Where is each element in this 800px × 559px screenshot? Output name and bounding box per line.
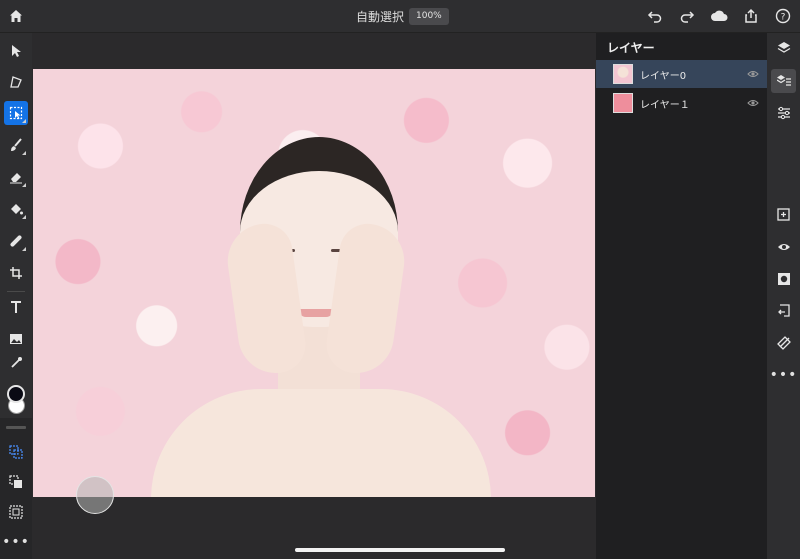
- photo-shoulders: [151, 389, 491, 497]
- adjustments-icon[interactable]: [771, 101, 796, 125]
- layer-row[interactable]: レイヤー１: [596, 89, 767, 117]
- layer-thumbnail: [613, 64, 633, 84]
- import-icon[interactable]: [771, 299, 796, 323]
- eraser-icon[interactable]: [4, 165, 28, 189]
- layer-properties-icon[interactable]: [771, 69, 796, 93]
- eyedropper-icon[interactable]: [4, 351, 28, 375]
- image-icon[interactable]: [4, 327, 28, 351]
- help-icon[interactable]: ?: [773, 6, 793, 26]
- selection-intersect-icon[interactable]: [4, 500, 28, 524]
- undo-icon[interactable]: [645, 6, 665, 26]
- left-toolbar: •••: [0, 33, 32, 559]
- quick-select-icon[interactable]: [4, 101, 28, 125]
- svg-text:?: ?: [781, 13, 786, 23]
- eye-icon[interactable]: [747, 68, 759, 80]
- top-bar: 自動選択 100% ?: [0, 0, 800, 33]
- clear-icon[interactable]: [771, 331, 796, 355]
- layer-name: レイヤー0: [640, 70, 687, 82]
- canvas-area[interactable]: [32, 33, 596, 559]
- selection-mode-tools: •••: [0, 418, 32, 559]
- fill-icon[interactable]: [4, 197, 28, 221]
- right-toolbar: •••: [767, 33, 800, 559]
- home-indicator[interactable]: [295, 548, 505, 552]
- home-icon[interactable]: [6, 6, 26, 26]
- selection-add-icon[interactable]: [4, 440, 28, 464]
- lasso-icon[interactable]: [4, 70, 28, 94]
- layers-panel: レイヤー レイヤー0 レイヤー１: [596, 33, 767, 559]
- layers-icon[interactable]: [771, 36, 796, 60]
- selection-subtract-icon[interactable]: [4, 470, 28, 494]
- layer-name: レイヤー１: [640, 99, 690, 111]
- share-icon[interactable]: [741, 6, 761, 26]
- document-canvas[interactable]: [33, 69, 595, 497]
- eye-icon[interactable]: [747, 97, 759, 109]
- mask-icon[interactable]: [771, 267, 796, 291]
- cloud-icon[interactable]: [709, 6, 729, 26]
- touch-shortcut-button[interactable]: [76, 476, 114, 514]
- more-icon[interactable]: •••: [770, 363, 797, 387]
- add-layer-icon[interactable]: [771, 203, 796, 227]
- zoom-level[interactable]: 100%: [409, 8, 449, 25]
- text-icon[interactable]: [4, 295, 28, 319]
- crop-icon[interactable]: [4, 261, 28, 285]
- foreground-color[interactable]: [7, 385, 25, 403]
- layer-thumbnail: [613, 93, 633, 113]
- select-icon[interactable]: [4, 39, 28, 63]
- visibility-icon[interactable]: [771, 235, 796, 259]
- brush-icon[interactable]: [4, 133, 28, 157]
- tool-title: 自動選択: [356, 10, 405, 24]
- heal-icon[interactable]: [4, 229, 28, 253]
- layer-row[interactable]: レイヤー0: [596, 60, 767, 88]
- redo-icon[interactable]: [677, 6, 697, 26]
- more-icon[interactable]: •••: [2, 530, 29, 554]
- layers-panel-title: レイヤー: [607, 41, 655, 55]
